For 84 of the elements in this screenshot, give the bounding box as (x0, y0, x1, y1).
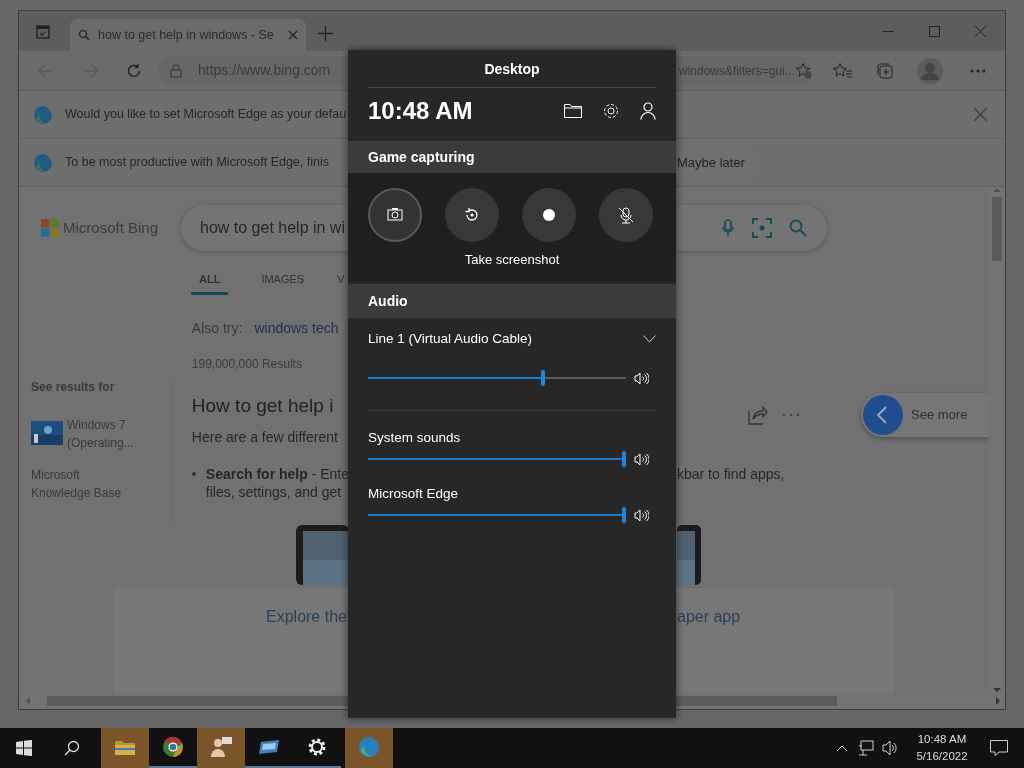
microphone-icon[interactable] (722, 219, 734, 237)
result-text: Here are a few different (191, 427, 339, 446)
search-tab[interactable]: V (337, 271, 345, 292)
refresh-icon[interactable] (126, 62, 142, 79)
clock-date[interactable]: 5/16/2022 (910, 748, 974, 765)
tab-actions-icon[interactable] (36, 25, 50, 39)
profile-avatar-icon[interactable] (917, 57, 943, 84)
audio-source-label: Microsoft Edge (368, 484, 459, 503)
visual-search-icon[interactable] (752, 218, 772, 238)
infobar-text: Would you like to set Microsoft Edge as your defau (65, 106, 347, 124)
speaker-icon[interactable] (634, 452, 649, 466)
audio-source-label: Line 1 (Virtual Audio Cable) (368, 329, 533, 348)
settings-icon[interactable] (602, 102, 620, 120)
close-icon[interactable] (288, 30, 298, 40)
collections-icon[interactable] (876, 61, 894, 80)
lock-icon (170, 63, 182, 78)
more-icon[interactable] (970, 68, 986, 73)
add-favorite-icon[interactable] (794, 61, 813, 80)
record-icon (540, 206, 558, 224)
people-icon (209, 735, 233, 759)
microphone-off-icon (617, 206, 635, 224)
capture-button[interactable] (599, 188, 653, 242)
result-title[interactable]: How to get help i (191, 392, 349, 419)
search-icon (78, 29, 90, 41)
infobar-text: To be most productive with Microsoft Edge, finis (65, 154, 329, 172)
speaker-icon[interactable] (634, 508, 649, 522)
tab-title: how to get help in windows - Se (98, 26, 275, 44)
minimize-icon (882, 30, 894, 32)
close-icon (974, 25, 986, 37)
share-icon[interactable] (748, 404, 768, 425)
search-tab[interactable]: ALL (191, 271, 229, 295)
bullet-icon (191, 471, 196, 476)
edge-icon (357, 735, 381, 759)
new-tab-icon[interactable] (318, 26, 333, 41)
scroll-left-icon[interactable] (25, 697, 31, 705)
section-heading: Audio (368, 291, 408, 311)
capture-button[interactable] (522, 188, 576, 242)
bullet-text: Search for help - Ente files, settings, and get (205, 464, 349, 501)
also-try-link[interactable]: windows tech (254, 317, 339, 338)
more-icon[interactable] (782, 412, 800, 417)
slider-thumb[interactable] (622, 507, 626, 523)
scroll-right-icon[interactable] (995, 697, 1001, 705)
search-tab[interactable]: IMAGES (261, 271, 305, 292)
start-icon[interactable] (16, 740, 32, 756)
favorites-icon[interactable] (833, 61, 853, 80)
capture-button[interactable] (368, 188, 422, 242)
maximize-icon (928, 25, 940, 37)
person-icon[interactable] (640, 102, 656, 120)
replay-icon (463, 206, 481, 224)
dropdown-button[interactable] (642, 334, 656, 344)
close-button[interactable] (973, 107, 987, 122)
audio-source-label: System sounds (368, 428, 461, 447)
chevron-up-icon[interactable] (836, 744, 848, 752)
entity-link[interactable]: (Operating... (67, 433, 134, 452)
clock-time[interactable]: 10:48 AM (910, 731, 974, 748)
browser-icon (161, 735, 185, 759)
search-field[interactable]: how to get help in wi (181, 205, 349, 251)
section-heading: Game capturing (368, 147, 475, 167)
volume-icon[interactable] (882, 740, 898, 756)
clock-text: 10:48 AM (368, 96, 473, 126)
volume-slider[interactable] (368, 451, 626, 467)
edge-icon (33, 104, 53, 125)
scrollbar-thumb[interactable] (992, 197, 1002, 261)
card-link[interactable]: Explore the (266, 607, 347, 625)
caption-text: Take screenshot (463, 251, 561, 269)
logo-icon (41, 219, 59, 238)
volume-slider[interactable] (368, 370, 626, 386)
folder-icon[interactable] (564, 104, 582, 118)
see-more-button[interactable]: See more (861, 392, 989, 437)
edge-icon (33, 152, 53, 173)
slider-thumb[interactable] (622, 451, 626, 467)
search-icon[interactable] (64, 740, 80, 756)
bullet-text: kbar to find apps, (677, 464, 786, 483)
notifications-icon[interactable] (990, 740, 1008, 756)
back-icon (863, 394, 903, 435)
speaker-icon[interactable] (634, 371, 649, 385)
panel-title: Desktop (483, 60, 541, 78)
search-field[interactable] (677, 205, 827, 251)
slider-thumb[interactable] (540, 370, 545, 386)
network-icon[interactable] (858, 740, 874, 756)
volume-slider[interactable] (368, 507, 626, 523)
camera-icon (386, 206, 404, 224)
browser-tab[interactable]: how to get help in windows - Se (70, 19, 306, 51)
card-link[interactable]: aper app (677, 607, 741, 625)
